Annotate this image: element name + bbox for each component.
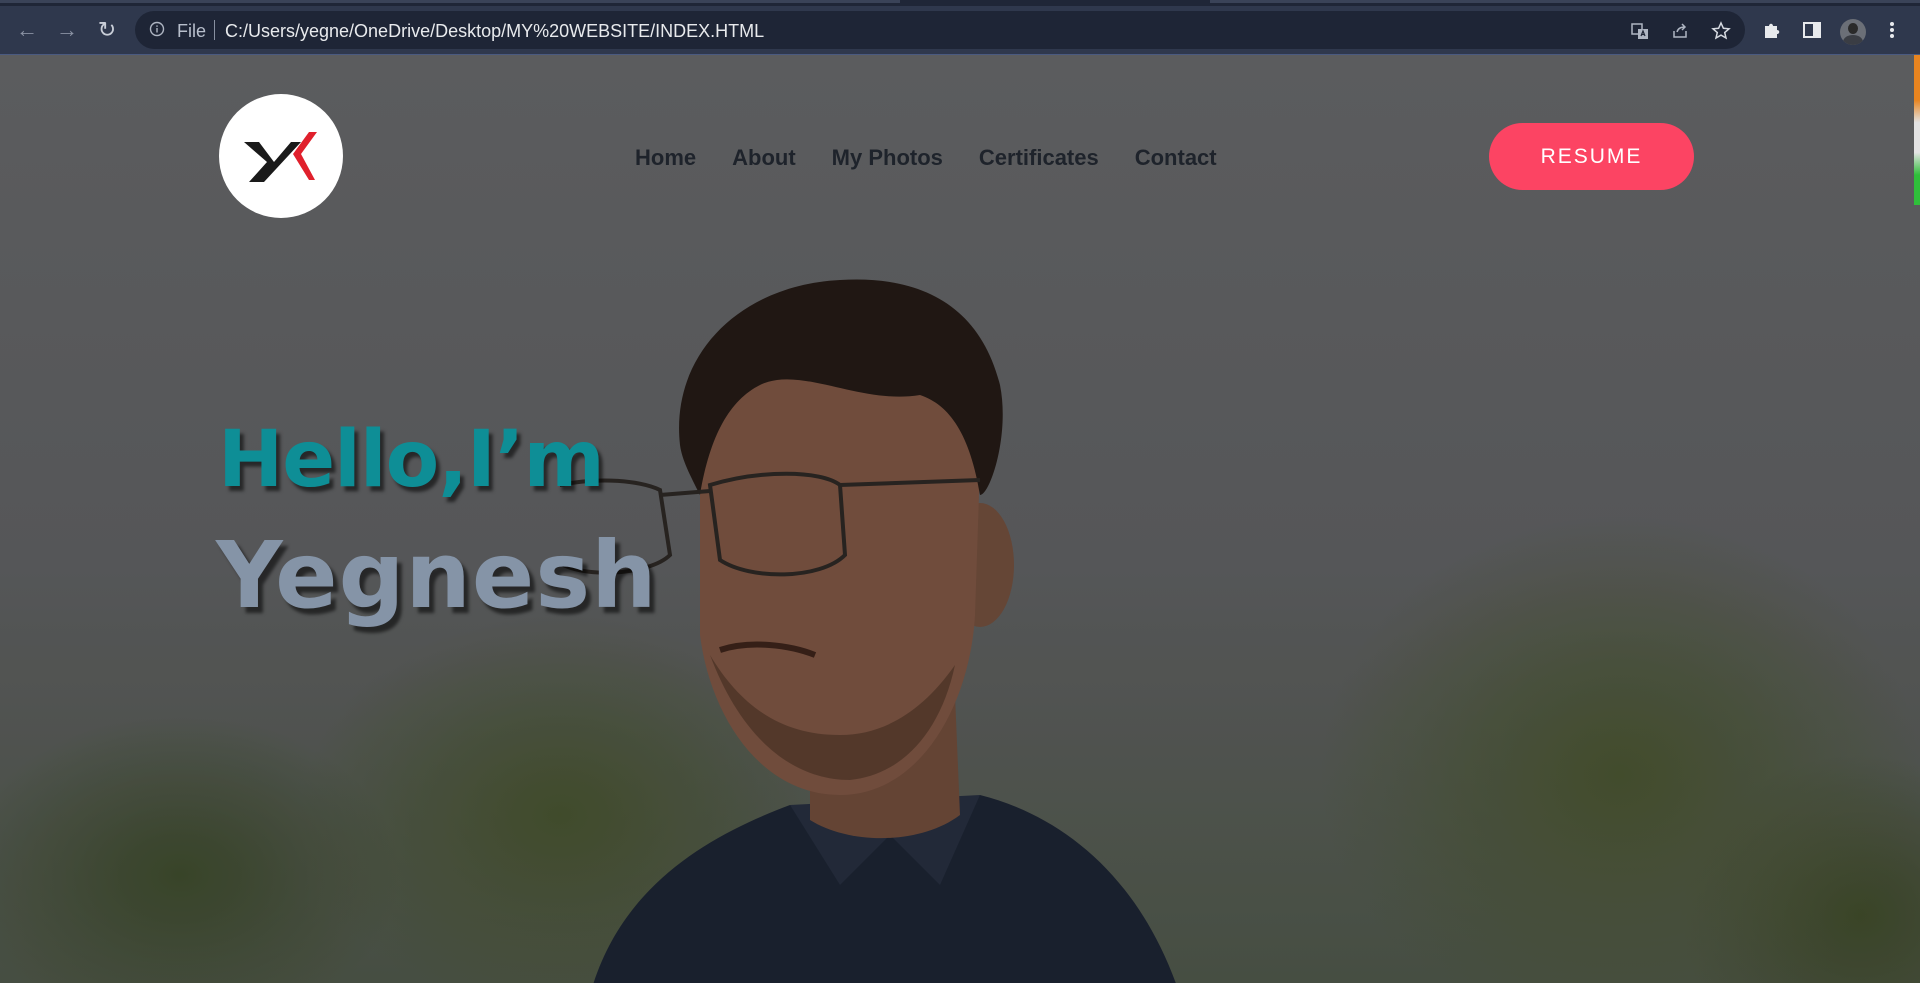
avatar-head: [1848, 23, 1858, 34]
url-scheme-label: File: [177, 21, 207, 41]
info-icon[interactable]: [149, 21, 165, 37]
browser-toolbar: ← → ↻ File C:/Users/yegne/OneDrive/Deskt…: [0, 6, 1920, 55]
site-nav: Home About My Photos Certificates Contac…: [635, 145, 1253, 171]
site-logo[interactable]: [219, 94, 343, 218]
back-arrow-icon[interactable]: ←: [11, 14, 43, 46]
nav-about[interactable]: About: [732, 145, 796, 171]
share-icon[interactable]: [1670, 21, 1690, 41]
puzzle-icon[interactable]: [1760, 18, 1784, 42]
star-icon[interactable]: [1711, 21, 1731, 41]
url-text[interactable]: C:/Users/yegne/OneDrive/Desktop/MY%20WEB…: [225, 21, 764, 42]
address-bar[interactable]: File C:/Users/yegne/OneDrive/Desktop/MY%…: [135, 11, 1745, 49]
forward-arrow-icon[interactable]: →: [51, 14, 83, 46]
url-divider: [214, 20, 215, 40]
reload-icon[interactable]: ↻: [91, 14, 123, 46]
hero-greeting: Hello,I’m: [218, 415, 605, 505]
tab-edge: [0, 0, 900, 3]
nav-certificates[interactable]: Certificates: [979, 145, 1099, 171]
hero-name: Yegnesh: [216, 522, 658, 629]
avatar-body: [1843, 35, 1863, 45]
page-viewport: Home About My Photos Certificates Contac…: [0, 55, 1920, 983]
scrollbar[interactable]: [1914, 55, 1920, 205]
kebab-menu-icon[interactable]: [1880, 18, 1904, 42]
nav-contact[interactable]: Contact: [1135, 145, 1217, 171]
profile-avatar[interactable]: [1840, 19, 1866, 45]
nav-home[interactable]: Home: [635, 145, 696, 171]
resume-button[interactable]: RESUME: [1489, 123, 1694, 190]
translate-icon[interactable]: [1630, 21, 1650, 41]
side-panel-icon[interactable]: [1800, 18, 1824, 42]
tab-edge: [1210, 0, 1920, 3]
nav-my-photos[interactable]: My Photos: [832, 145, 943, 171]
